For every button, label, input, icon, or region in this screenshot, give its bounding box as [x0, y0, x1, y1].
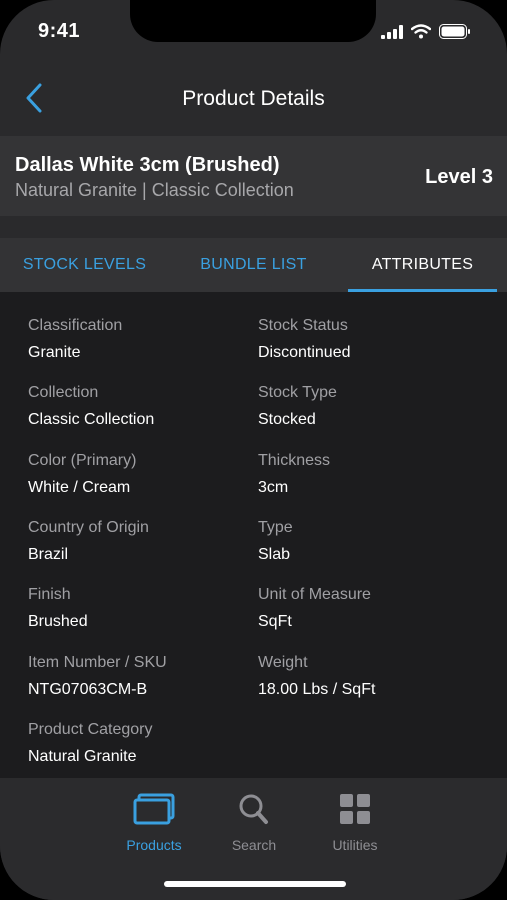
attribute-value: Granite	[28, 344, 81, 361]
attribute-label: Thickness	[258, 452, 331, 469]
tab-attributes[interactable]: ATTRIBUTES	[338, 238, 507, 292]
signal-icon	[381, 24, 403, 39]
tab-bar-segment: STOCK LEVELS BUNDLE LIST ATTRIBUTES	[0, 238, 507, 292]
attribute-label: Unit of Measure	[258, 586, 371, 603]
status-time: 9:41	[38, 20, 81, 42]
attribute-value: Natural Granite	[28, 748, 137, 765]
navigation-bar: Product Details	[0, 62, 507, 134]
attribute-label: Country of Origin	[28, 519, 149, 536]
tab-utilities[interactable]: Utilities	[310, 792, 400, 853]
attribute-value: White / Cream	[28, 479, 131, 496]
attribute-label: Classification	[28, 317, 123, 334]
attribute-value: Stocked	[258, 411, 316, 428]
home-indicator[interactable]	[164, 881, 346, 887]
grid-icon	[340, 794, 370, 824]
battery-icon	[439, 24, 470, 39]
attribute-type: Type Slab	[258, 519, 468, 564]
tab-search-label: Search	[231, 837, 277, 853]
attribute-value: Discontinued	[258, 344, 351, 361]
attribute-stock-type: Stock Type Stocked	[258, 384, 468, 429]
product-header: Dallas White 3cm (Brushed) Natural Grani…	[0, 136, 507, 216]
product-name: Dallas White 3cm (Brushed)	[15, 154, 280, 176]
attribute-value: 3cm	[258, 479, 289, 496]
attribute-color-primary: Color (Primary) White / Cream	[28, 452, 238, 497]
product-subtitle: Natural Granite | Classic Collection	[15, 180, 294, 200]
attribute-collection: Collection Classic Collection	[28, 384, 238, 429]
tab-bundle-list[interactable]: BUNDLE LIST	[169, 238, 338, 292]
attribute-value: Classic Collection	[28, 411, 155, 428]
attribute-label: Color (Primary)	[28, 452, 137, 469]
tab-search[interactable]: Search	[209, 792, 299, 853]
attribute-label: Item Number / SKU	[28, 654, 167, 671]
attribute-value: Slab	[258, 546, 291, 563]
wifi-icon	[411, 24, 431, 39]
products-icon	[133, 793, 175, 825]
attribute-stock-status: Stock Status Discontinued	[258, 317, 468, 362]
attribute-value: Brazil	[28, 546, 69, 563]
tab-products-label: Products	[126, 837, 182, 853]
product-level: Level 3	[425, 166, 493, 188]
search-icon	[239, 794, 268, 824]
attribute-weight: Weight 18.00 Lbs / SqFt	[258, 654, 468, 699]
attribute-product-category: Product Category Natural Granite	[28, 721, 238, 766]
attributes-panel: Classification Granite Stock Status Disc…	[0, 292, 507, 778]
attribute-finish: Finish Brushed	[28, 586, 238, 631]
tab-stock-levels[interactable]: STOCK LEVELS	[0, 238, 169, 292]
attribute-value: Brushed	[28, 613, 88, 630]
attribute-label: Type	[258, 519, 293, 536]
attribute-classification: Classification Granite	[28, 317, 238, 362]
attribute-value: NTG07063CM-B	[28, 681, 148, 698]
status-icons	[381, 24, 471, 39]
attribute-country-of-origin: Country of Origin Brazil	[28, 519, 238, 564]
attribute-label: Finish	[28, 586, 71, 603]
attribute-label: Stock Type	[258, 384, 337, 401]
tab-utilities-label: Utilities	[332, 837, 378, 853]
attribute-thickness: Thickness 3cm	[258, 452, 468, 497]
phone-screen: 9:41 Product Details Dallas White 3cm (B…	[0, 0, 507, 900]
attribute-value: 18.00 Lbs / SqFt	[258, 681, 376, 698]
attribute-unit-of-measure: Unit of Measure SqFt	[258, 586, 468, 631]
tab-products[interactable]: Products	[109, 792, 199, 853]
attribute-label: Collection	[28, 384, 99, 401]
attribute-value: SqFt	[258, 613, 292, 630]
attribute-item-number-sku: Item Number / SKU NTG07063CM-B	[28, 654, 238, 699]
notch	[130, 0, 376, 42]
attribute-label: Weight	[258, 654, 308, 671]
attribute-label: Product Category	[28, 721, 153, 738]
attribute-label: Stock Status	[258, 317, 348, 334]
page-title: Product Details	[182, 87, 325, 110]
